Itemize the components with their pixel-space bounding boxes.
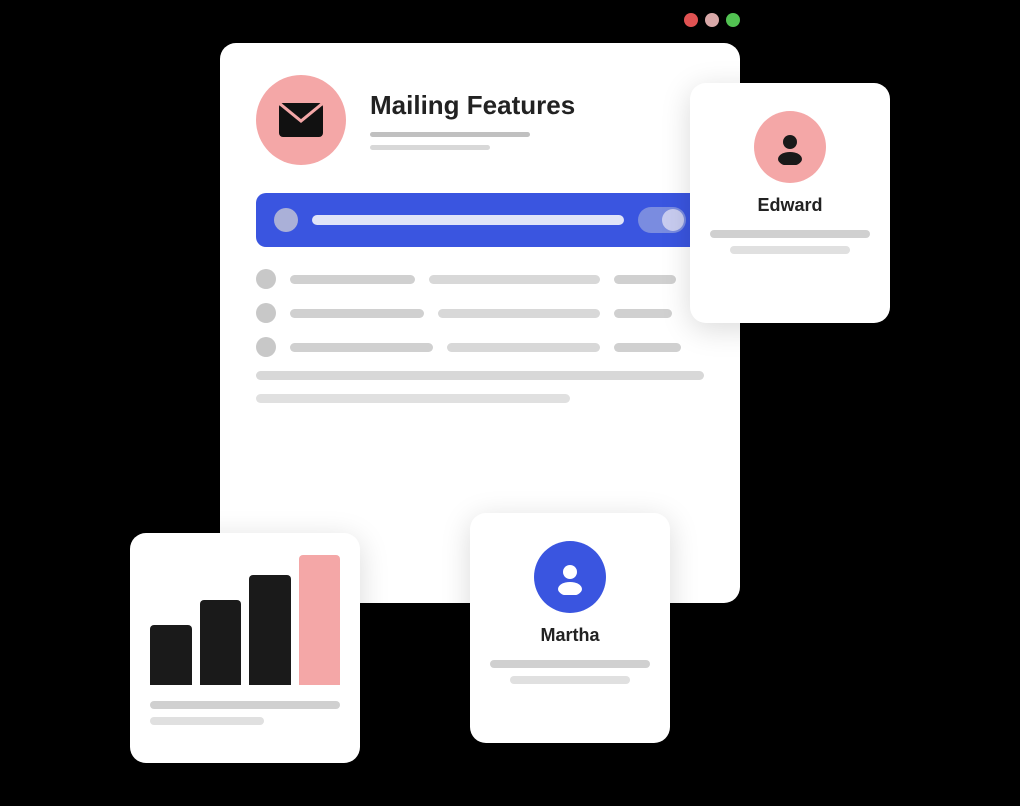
wide-row-line — [256, 371, 704, 380]
person-icon — [552, 559, 588, 595]
list-row — [256, 337, 704, 357]
chart-card — [130, 533, 360, 763]
edward-info-line-2 — [730, 246, 850, 254]
edward-info-line-1 — [710, 230, 870, 238]
row-line — [614, 309, 672, 318]
bar-1 — [150, 625, 192, 685]
search-toolbar[interactable] — [256, 193, 704, 247]
row-line — [290, 309, 424, 318]
row-line — [290, 343, 433, 352]
list-row — [256, 303, 704, 323]
minimize-dot[interactable] — [705, 13, 719, 27]
list-row — [256, 269, 704, 289]
mail-icon — [279, 103, 323, 137]
row-indicator — [256, 269, 276, 289]
row-line — [447, 343, 599, 352]
person-icon — [772, 129, 808, 165]
window-dots — [684, 13, 740, 27]
martha-card[interactable]: Martha — [470, 513, 670, 743]
row-line — [438, 309, 599, 318]
title-underline — [370, 132, 530, 137]
maximize-dot[interactable] — [726, 13, 740, 27]
martha-info-line-1 — [490, 660, 650, 668]
chart-line-1 — [150, 701, 340, 709]
subtitle-line — [370, 145, 490, 150]
row-line — [614, 343, 681, 352]
bar-4 — [299, 555, 341, 685]
chart-area — [150, 555, 340, 685]
wide-row-line-short — [256, 394, 570, 403]
martha-avatar — [534, 541, 606, 613]
mail-icon-circle — [256, 75, 346, 165]
row-indicator — [256, 337, 276, 357]
bar-3 — [249, 575, 291, 685]
list-row — [256, 394, 704, 403]
main-card-title: Mailing Features — [370, 90, 575, 121]
list-row — [256, 371, 704, 380]
close-dot[interactable] — [684, 13, 698, 27]
bar-2 — [200, 600, 242, 685]
scene: Mailing Features — [130, 43, 890, 763]
toggle-thumb — [662, 209, 684, 231]
row-line — [614, 275, 677, 284]
search-input-line[interactable] — [312, 215, 624, 225]
martha-info-line-2 — [510, 676, 630, 684]
row-indicator — [256, 303, 276, 323]
toolbar-dot — [274, 208, 298, 232]
card-header: Mailing Features — [256, 75, 704, 165]
edward-card[interactable]: Edward — [690, 83, 890, 323]
toggle[interactable] — [638, 207, 686, 233]
card-title-block: Mailing Features — [370, 90, 575, 149]
row-line — [429, 275, 599, 284]
list-rows — [256, 269, 704, 403]
chart-line-2 — [150, 717, 264, 725]
row-line — [290, 275, 415, 284]
martha-name: Martha — [540, 625, 599, 646]
edward-name: Edward — [757, 195, 822, 216]
edward-avatar — [754, 111, 826, 183]
